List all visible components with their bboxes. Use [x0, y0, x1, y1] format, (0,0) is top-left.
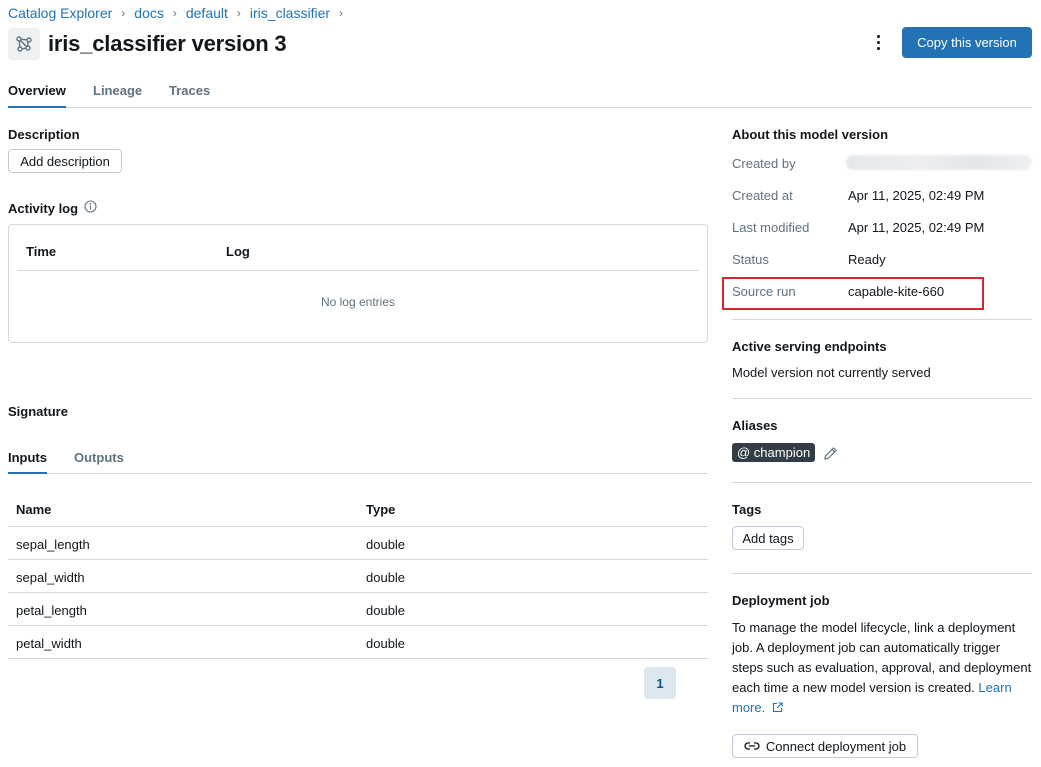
tab-lineage[interactable]: Lineage: [93, 83, 142, 108]
breadcrumb: Catalog Explorer › docs › default › iris…: [8, 5, 352, 21]
tags-title: Tags: [732, 502, 762, 517]
chevron-right-icon: ›: [121, 6, 126, 20]
add-tags-button[interactable]: Add tags: [732, 526, 804, 550]
table-row: petal_width double: [8, 626, 708, 659]
connect-deployment-job-label: Connect deployment job: [765, 738, 907, 754]
table-row: petal_length double: [8, 593, 708, 626]
field-type: double: [366, 603, 406, 618]
divider: [732, 482, 1032, 483]
signature-tab-bar: Inputs Outputs: [8, 450, 708, 474]
info-icon[interactable]: [84, 200, 97, 216]
tab-bar: Overview Lineage Traces: [8, 83, 1032, 108]
tab-inputs[interactable]: Inputs: [8, 450, 47, 474]
add-description-button[interactable]: Add description: [8, 149, 122, 173]
column-header-type: Type: [366, 502, 396, 517]
breadcrumb-iris-classifier[interactable]: iris_classifier: [250, 5, 330, 21]
model-icon: [8, 28, 40, 60]
source-run-link[interactable]: capable-kite-660: [848, 284, 944, 299]
chevron-right-icon: ›: [172, 6, 177, 20]
signature-title: Signature: [8, 404, 68, 419]
table-row: sepal_width double: [8, 560, 708, 593]
table-header: Time Log: [17, 225, 699, 271]
tab-traces[interactable]: Traces: [169, 83, 210, 108]
copy-version-button[interactable]: Copy this version: [902, 27, 1032, 58]
about-title: About this model version: [732, 127, 889, 142]
connect-deployment-job-button[interactable]: Connect deployment job: [732, 734, 918, 758]
tab-overview[interactable]: Overview: [8, 83, 66, 108]
activity-log-table: Time Log No log entries: [8, 224, 708, 343]
external-link-icon[interactable]: [772, 699, 783, 719]
table-row: sepal_length double: [8, 527, 708, 560]
pagination-page-button[interactable]: 1: [644, 667, 676, 699]
description-title: Description: [8, 127, 80, 142]
chevron-right-icon: ›: [339, 6, 344, 20]
chevron-right-icon: ›: [236, 6, 241, 20]
created-by-label: Created by: [732, 156, 796, 171]
deployment-title: Deployment job: [732, 593, 830, 608]
last-modified-value: Apr 11, 2025, 02:49 PM: [848, 220, 985, 235]
column-header-name: Name: [16, 502, 52, 517]
divider: [732, 319, 1032, 320]
source-run-label: Source run: [732, 284, 796, 299]
link-icon: [744, 741, 760, 751]
divider: [732, 573, 1032, 574]
alias-badge[interactable]: @ champion: [732, 443, 816, 462]
column-header-time: Time: [26, 244, 57, 259]
field-name: petal_width: [16, 636, 82, 651]
edit-pencil-icon[interactable]: [823, 446, 838, 464]
status-label: Status: [732, 252, 769, 267]
page-title: iris_classifier version 3: [48, 31, 287, 56]
more-options-icon[interactable]: [868, 30, 888, 54]
tab-outputs[interactable]: Outputs: [74, 450, 124, 474]
signature-table: Name Type sepal_length double sepal_widt…: [8, 492, 708, 659]
field-type: double: [366, 570, 406, 585]
breadcrumb-docs[interactable]: docs: [134, 5, 164, 21]
activity-log-title: Activity log: [8, 201, 79, 216]
field-type: double: [366, 636, 406, 651]
breadcrumb-catalog-explorer[interactable]: Catalog Explorer: [8, 5, 112, 21]
field-name: sepal_length: [16, 537, 90, 552]
breadcrumb-default[interactable]: default: [186, 5, 228, 21]
status-value: Ready: [848, 252, 886, 267]
serving-title: Active serving endpoints: [732, 339, 887, 354]
divider: [732, 398, 1032, 399]
aliases-title: Aliases: [732, 418, 778, 433]
last-modified-label: Last modified: [732, 220, 810, 235]
created-by-redacted: [846, 155, 1032, 170]
field-name: sepal_width: [16, 570, 85, 585]
serving-status-text: Model version not currently served: [732, 365, 931, 380]
column-header-log: Log: [226, 244, 250, 259]
created-at-value: Apr 11, 2025, 02:49 PM: [848, 188, 985, 203]
created-at-label: Created at: [732, 188, 793, 203]
empty-state-text: No log entries: [320, 295, 396, 309]
field-type: double: [366, 537, 406, 552]
deployment-description: To manage the model lifecycle, link a de…: [732, 618, 1034, 719]
field-name: petal_length: [16, 603, 87, 618]
table-header: Name Type: [8, 492, 708, 527]
